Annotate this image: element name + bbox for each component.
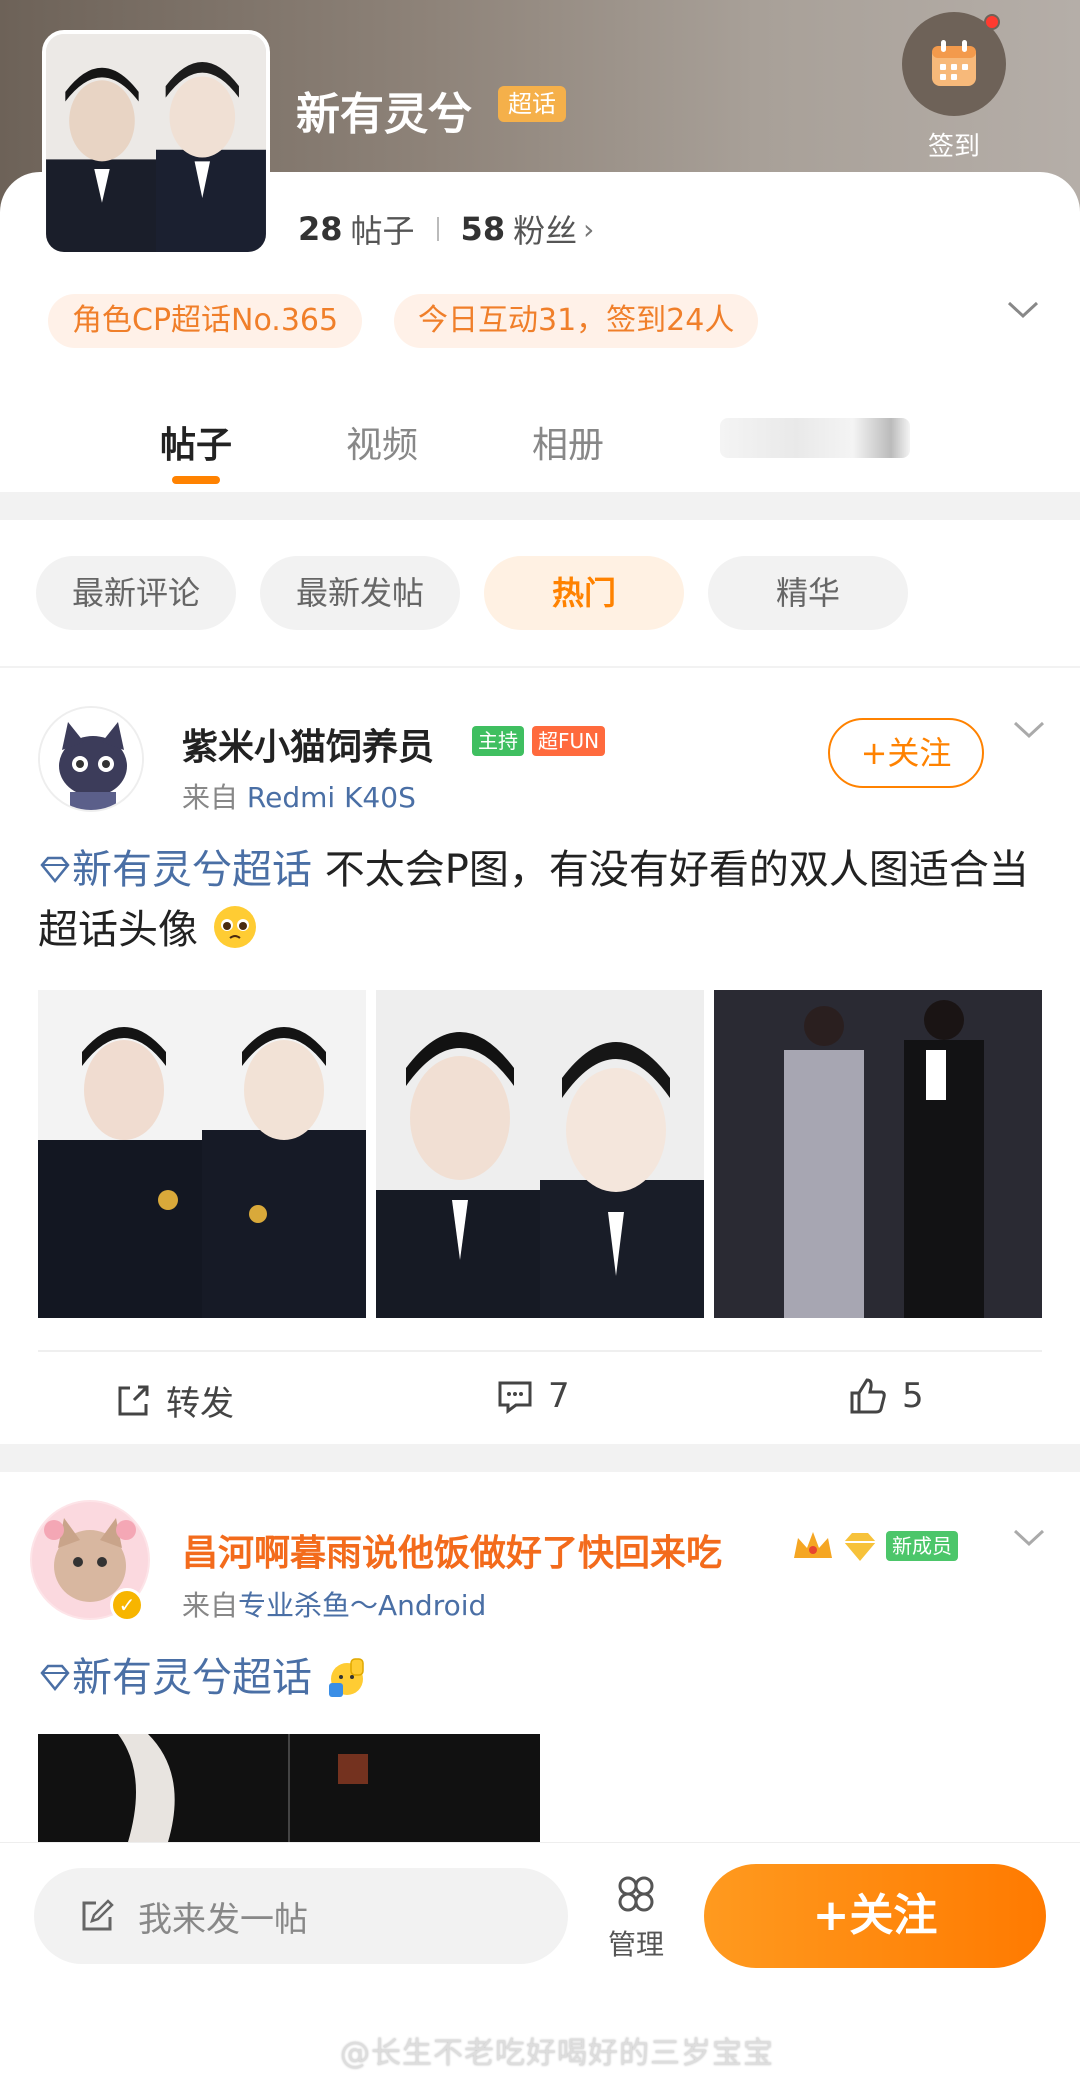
- photo-dark-preview: [38, 1734, 540, 1842]
- new-member-badge: 新成员: [886, 1531, 958, 1561]
- action-divider: [38, 1350, 1042, 1352]
- manage-icon: [618, 1876, 654, 1912]
- post-source: 来自 Redmi K40S: [182, 781, 416, 814]
- post-username[interactable]: 昌河啊暮雨说他饭做好了快回来吃: [182, 1524, 722, 1576]
- filter-hot[interactable]: 热门: [484, 556, 684, 630]
- post-image-3[interactable]: [714, 990, 1042, 1318]
- repost-label: 转发: [166, 1384, 234, 1424]
- tab-videos[interactable]: 视频: [346, 416, 418, 468]
- photo-stage-pair: [714, 990, 1042, 1318]
- topic-link[interactable]: 新有灵兮超话: [38, 847, 312, 893]
- watermark-text: @长生不老吃好喝好的三岁宝宝: [340, 2036, 774, 2071]
- edit-icon: [82, 1899, 114, 1931]
- post-username[interactable]: 紫米小猫饲养员: [182, 718, 434, 770]
- diamond-icon: [40, 1664, 70, 1691]
- supertopic-title: 新有灵兮: [296, 89, 472, 140]
- notification-dot: [984, 14, 1000, 30]
- topic-link[interactable]: 新有灵兮超话: [38, 1655, 312, 1701]
- calendar-icon: [932, 40, 976, 86]
- blurred-tab: [720, 418, 910, 458]
- activity-pill[interactable]: 今日互动31，签到24人: [394, 294, 759, 348]
- tab-posts[interactable]: 帖子: [160, 416, 232, 468]
- filter-latest-posts[interactable]: 最新发帖: [260, 556, 460, 630]
- fun-badge: 超FUN: [532, 726, 606, 756]
- photo-uniform-pair: [38, 990, 366, 1318]
- chevron-down-icon[interactable]: [1012, 1528, 1046, 1552]
- stats-row[interactable]: 28 帖子 58 粉丝 ›: [298, 206, 594, 252]
- compose-post-button[interactable]: 我来发一帖: [34, 1868, 568, 1964]
- post-image-preview[interactable]: [38, 1734, 540, 1842]
- follow-supertopic-button[interactable]: +关注: [704, 1864, 1046, 1968]
- salute-emoji-icon: [328, 1658, 364, 1697]
- filter-latest-comments[interactable]: 最新评论: [36, 556, 236, 630]
- tab-albums[interactable]: 相册: [532, 416, 604, 468]
- thumbs-up-icon: [850, 1378, 886, 1414]
- follow-user-button[interactable]: +关注: [828, 718, 984, 788]
- manage-label: 管理: [607, 1928, 664, 1961]
- stats-divider: [436, 217, 439, 241]
- crown-icon: [790, 1528, 836, 1568]
- post-body: 新有灵兮超话 不太会P图，有没有好看的双人图适合当超话头像: [38, 840, 1048, 960]
- comment-count: 7: [548, 1376, 570, 1416]
- diamond-icon: [40, 856, 70, 883]
- post-source: 来自专业杀鱼～Android: [182, 1589, 487, 1622]
- chevron-right-icon: ›: [583, 212, 595, 246]
- pleading-emoji-icon: [213, 906, 256, 948]
- compose-placeholder: 我来发一帖: [138, 1899, 308, 1940]
- supertopic-cover-image[interactable]: [42, 30, 270, 256]
- verified-icon: ✓: [110, 1588, 144, 1622]
- post-body: 新有灵兮超话: [38, 1648, 1048, 1708]
- photo-closeup-pair: [376, 990, 704, 1318]
- avatar[interactable]: [38, 706, 144, 812]
- like-button[interactable]: 5: [848, 1376, 924, 1416]
- fans-count: 58: [460, 210, 506, 248]
- cover-photo: [46, 34, 266, 252]
- like-count: 5: [902, 1376, 924, 1416]
- host-badge: 主持: [472, 726, 524, 756]
- tab-indicator: [172, 476, 220, 484]
- share-icon: [118, 1385, 149, 1415]
- manage-button[interactable]: 管理: [600, 1872, 672, 1963]
- checkin-button[interactable]: [902, 12, 1006, 116]
- supertopic-badge: 超话: [498, 86, 566, 122]
- chevron-down-icon[interactable]: [1006, 300, 1040, 324]
- diamond-fan-icon: [840, 1530, 880, 1568]
- post-image-2[interactable]: [376, 990, 704, 1318]
- chevron-down-icon[interactable]: [1012, 720, 1046, 744]
- fans-label: 粉丝: [513, 212, 578, 250]
- checkin-label: 签到: [927, 132, 980, 162]
- filter-featured[interactable]: 精华: [708, 556, 908, 630]
- comment-icon: [498, 1381, 532, 1414]
- cat-avatar-icon: [40, 708, 142, 810]
- post-image-1[interactable]: [38, 990, 366, 1318]
- posts-label: 帖子: [350, 212, 415, 250]
- repost-button[interactable]: 转发: [114, 1376, 234, 1425]
- rank-pill[interactable]: 角色CP超话No.365: [48, 294, 363, 348]
- comment-button[interactable]: 7: [496, 1376, 570, 1416]
- posts-count: 28: [298, 210, 343, 248]
